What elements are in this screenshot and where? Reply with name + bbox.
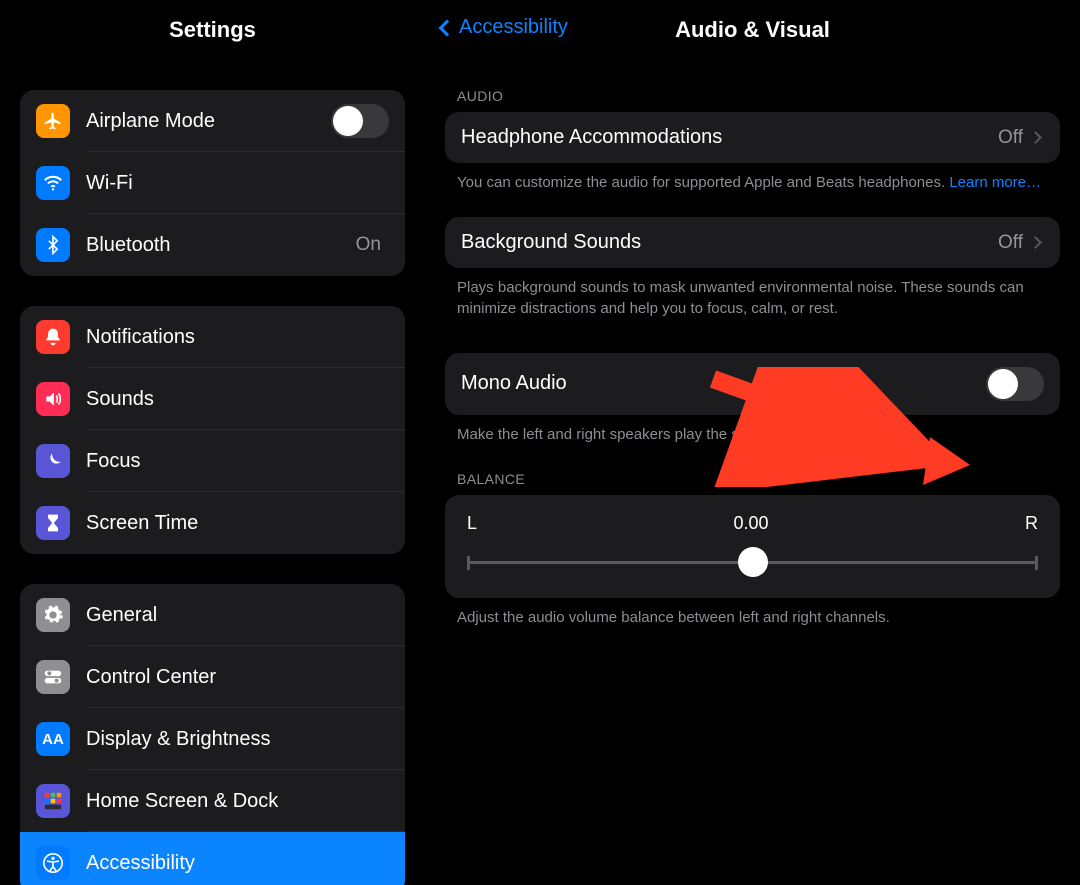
control-center-label: Control Center bbox=[86, 666, 389, 689]
bluetooth-value: On bbox=[356, 234, 381, 256]
settings-group-system: Notifications Sounds Focus Screen Time bbox=[20, 306, 405, 554]
back-button[interactable]: Accessibility bbox=[441, 16, 568, 39]
wifi-label: Wi-Fi bbox=[86, 172, 381, 195]
chevron-right-icon bbox=[1029, 236, 1042, 249]
bell-icon bbox=[36, 320, 70, 354]
row-screen-time[interactable]: Screen Time bbox=[20, 492, 405, 554]
sounds-label: Sounds bbox=[86, 388, 389, 411]
bluetooth-icon bbox=[36, 228, 70, 262]
balance-labels: L 0.00 R bbox=[467, 513, 1038, 534]
row-control-center[interactable]: Control Center bbox=[20, 646, 405, 708]
row-focus[interactable]: Focus bbox=[20, 430, 405, 492]
row-bluetooth[interactable]: Bluetooth On bbox=[20, 214, 405, 276]
aa-icon: AA bbox=[36, 722, 70, 756]
row-sounds[interactable]: Sounds bbox=[20, 368, 405, 430]
display-brightness-label: Display & Brightness bbox=[86, 728, 389, 751]
back-label: Accessibility bbox=[459, 16, 568, 39]
balance-section-header: BALANCE bbox=[457, 471, 1048, 487]
balance-thumb[interactable] bbox=[738, 547, 768, 577]
row-mono-audio[interactable]: Mono Audio bbox=[445, 353, 1060, 415]
background-sounds-footer: Plays background sounds to mask unwanted… bbox=[457, 278, 1048, 319]
speaker-icon bbox=[36, 382, 70, 416]
row-accessibility[interactable]: Accessibility bbox=[20, 832, 405, 885]
balance-slider[interactable] bbox=[467, 552, 1038, 572]
row-display-brightness[interactable]: AA Display & Brightness bbox=[20, 708, 405, 770]
row-headphone-accommodations[interactable]: Headphone Accommodations Off bbox=[445, 112, 1060, 163]
balance-box: L 0.00 R bbox=[445, 495, 1060, 598]
general-label: General bbox=[86, 604, 389, 627]
accessibility-label: Accessibility bbox=[86, 852, 389, 875]
row-home-screen-dock[interactable]: Home Screen & Dock bbox=[20, 770, 405, 832]
background-sounds-label: Background Sounds bbox=[461, 231, 998, 254]
learn-more-link[interactable]: Learn more… bbox=[949, 174, 1041, 191]
screen-time-label: Screen Time bbox=[86, 512, 389, 535]
row-wifi[interactable]: Wi-Fi bbox=[20, 152, 405, 214]
balance-right-label: R bbox=[1025, 513, 1038, 534]
chevron-left-icon bbox=[439, 19, 456, 36]
grid-icon bbox=[36, 784, 70, 818]
hourglass-icon bbox=[36, 506, 70, 540]
audio-visual-header: Accessibility Audio & Visual bbox=[425, 0, 1080, 60]
airplane-label: Airplane Mode bbox=[86, 110, 331, 133]
chevron-right-icon bbox=[1029, 131, 1042, 144]
airplane-toggle[interactable] bbox=[331, 104, 389, 138]
audio-section-header: AUDIO bbox=[457, 88, 1048, 104]
mono-audio-toggle[interactable] bbox=[986, 367, 1044, 401]
headphone-value: Off bbox=[998, 127, 1023, 149]
settings-group-connectivity: Airplane Mode Wi-Fi Bluetooth On bbox=[20, 90, 405, 276]
row-airplane-mode[interactable]: Airplane Mode bbox=[20, 90, 405, 152]
airplane-icon bbox=[36, 104, 70, 138]
mono-audio-label: Mono Audio bbox=[461, 372, 986, 395]
focus-label: Focus bbox=[86, 450, 389, 473]
row-general[interactable]: General bbox=[20, 584, 405, 646]
background-sounds-value: Off bbox=[998, 232, 1023, 254]
bluetooth-label: Bluetooth bbox=[86, 234, 356, 257]
accessibility-icon bbox=[36, 846, 70, 880]
moon-icon bbox=[36, 444, 70, 478]
gear-icon bbox=[36, 598, 70, 632]
home-screen-dock-label: Home Screen & Dock bbox=[86, 790, 389, 813]
settings-group-general: General Control Center AA Display & Brig… bbox=[20, 584, 405, 885]
balance-left-label: L bbox=[467, 513, 477, 534]
headphone-footer: You can customize the audio for supporte… bbox=[457, 173, 1048, 193]
headphone-group: Headphone Accommodations Off bbox=[445, 112, 1060, 163]
mono-audio-group: Mono Audio bbox=[445, 353, 1060, 415]
row-notifications[interactable]: Notifications bbox=[20, 306, 405, 368]
audio-visual-title: Audio & Visual bbox=[675, 17, 830, 43]
background-sounds-group: Background Sounds Off bbox=[445, 217, 1060, 268]
switches-icon bbox=[36, 660, 70, 694]
mono-audio-footer: Make the left and right speakers play th… bbox=[457, 425, 1048, 445]
balance-footer: Adjust the audio volume balance between … bbox=[457, 608, 1048, 628]
notifications-label: Notifications bbox=[86, 326, 389, 349]
settings-title: Settings bbox=[169, 17, 256, 43]
balance-value: 0.00 bbox=[733, 513, 768, 534]
row-background-sounds[interactable]: Background Sounds Off bbox=[445, 217, 1060, 268]
wifi-icon bbox=[36, 166, 70, 200]
settings-header: Settings bbox=[0, 0, 425, 60]
headphone-label: Headphone Accommodations bbox=[461, 126, 998, 149]
